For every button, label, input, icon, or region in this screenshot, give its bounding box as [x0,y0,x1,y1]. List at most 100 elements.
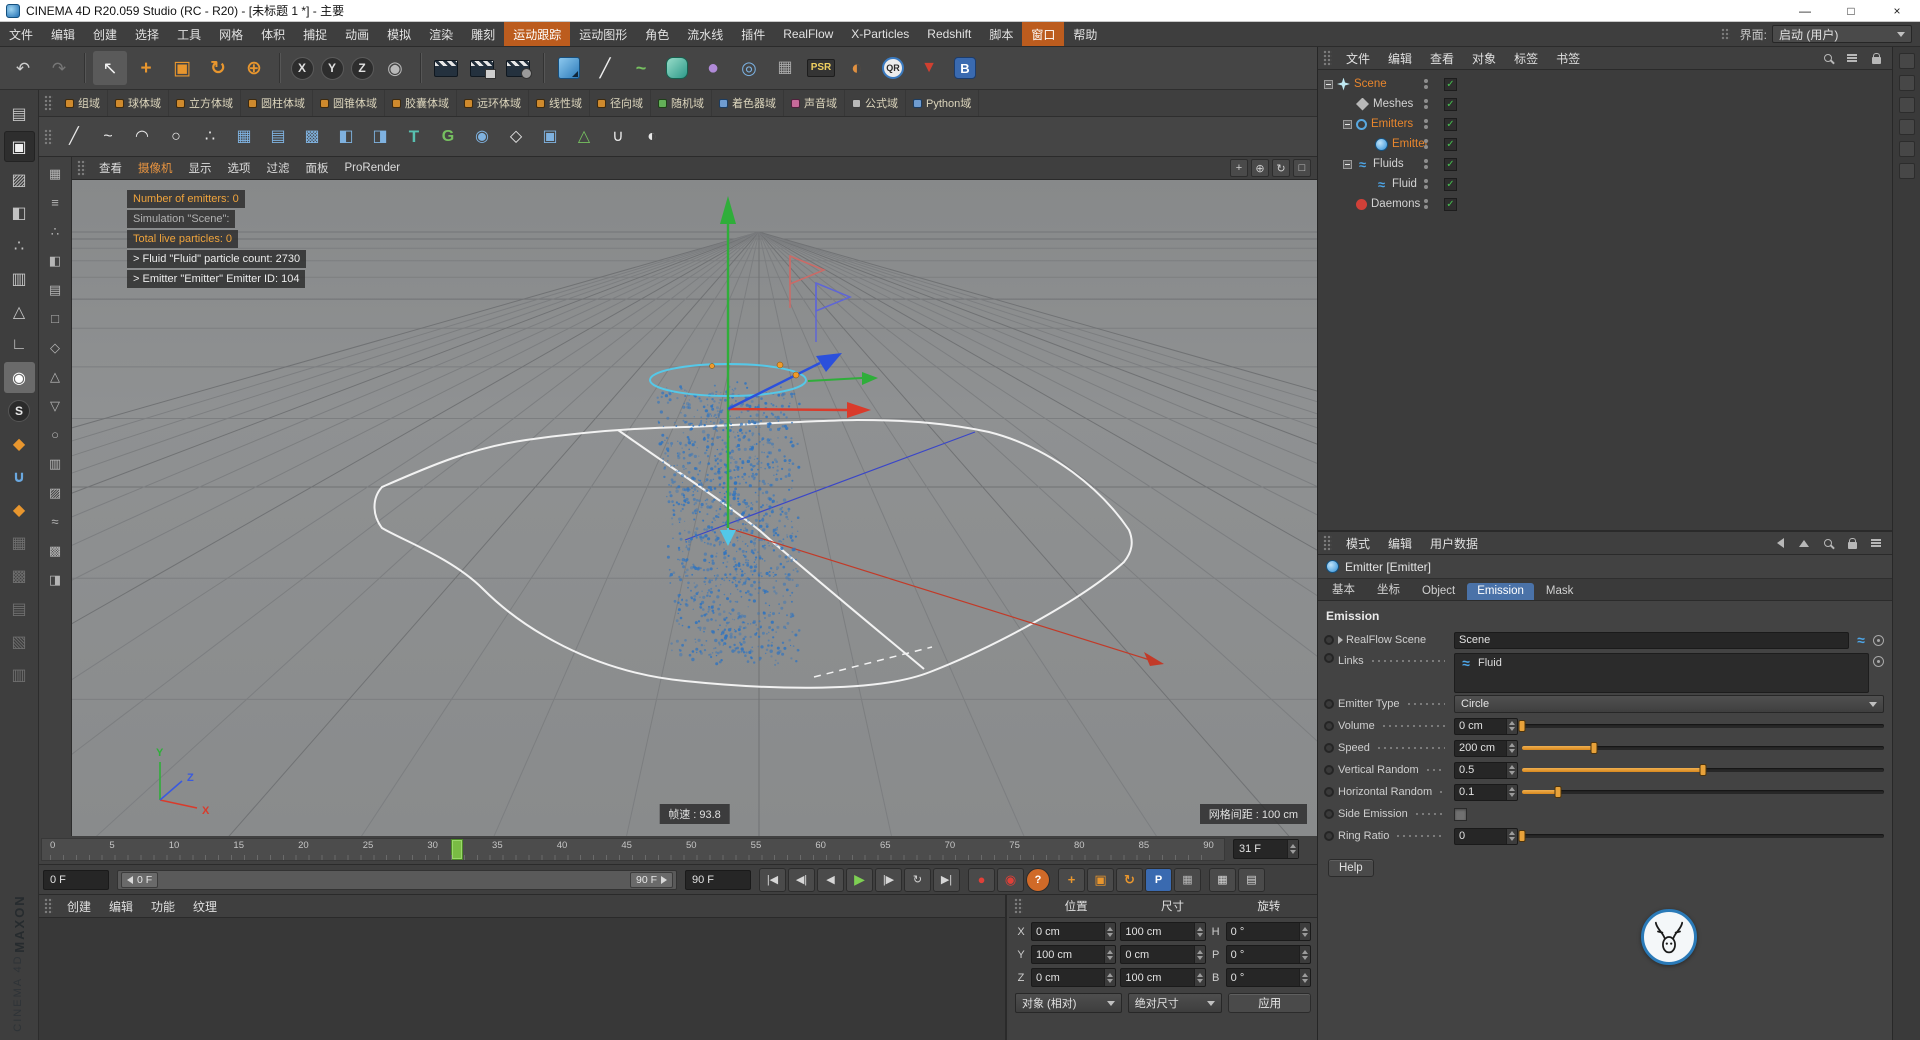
transport-button[interactable]: ◀ [817,867,844,892]
stepper-arrows[interactable] [1298,969,1310,986]
palette-button[interactable]: ▥ [43,451,68,476]
size-field[interactable]: 0 cm [1120,945,1206,964]
stepper-arrows[interactable] [1193,923,1205,940]
object-tree-row[interactable]: Fluids [1318,154,1892,174]
transform-tool-button[interactable]: ↻ [201,51,235,85]
size-field[interactable]: 100 cm [1120,968,1206,987]
material-menu-item[interactable]: 编辑 [100,898,142,915]
transport-button[interactable]: ◀| [788,867,815,892]
create-object-button[interactable]: ◐ [840,51,874,85]
mode-button[interactable]: ∟ [4,329,35,360]
modeling-tool-button[interactable]: ○ [160,121,192,153]
menu-item[interactable]: 编辑 [42,22,84,46]
animation-dot[interactable] [1324,635,1334,645]
transport-button[interactable]: ↻ [904,867,931,892]
keyframe-toggle-button[interactable]: ▦ [1174,867,1201,892]
viewport-menu-item[interactable]: 查看 [91,160,130,176]
palette-button[interactable]: ○ [43,422,68,447]
mode-button[interactable]: ◆ [4,494,35,525]
drag-handle[interactable] [1323,50,1332,66]
animation-dot[interactable] [1324,809,1334,819]
expander-icon[interactable] [1343,159,1352,169]
enabled-check-icon[interactable] [1444,117,1457,131]
modeling-tool-button[interactable]: ◐ [636,121,668,153]
material-menu-item[interactable]: 功能 [142,898,184,915]
preview-range-slider[interactable]: 0 F 90 F [117,869,677,890]
attribute-tab[interactable]: Object [1412,583,1465,600]
render-button[interactable] [501,51,535,85]
object-label[interactable]: Fluids [1373,158,1404,170]
create-object-button[interactable]: ◎ [732,51,766,85]
palette-button[interactable]: □ [43,306,68,331]
field-preset-button[interactable]: 远环体域 [457,90,529,116]
mode-button[interactable]: ▩ [4,560,35,591]
viewport-menu-item[interactable]: 显示 [181,160,220,176]
dock-button[interactable] [1898,141,1915,157]
zoom-view-button[interactable]: ⊕ [1251,159,1269,177]
mode-button[interactable]: ▣ [3,131,35,162]
position-field[interactable]: 0 cm [1031,922,1117,941]
menu-item[interactable]: 雕刻 [462,22,504,46]
pan-view-button[interactable]: + [1230,159,1248,177]
field-preset-button[interactable]: 径向域 [590,90,651,116]
list-icon[interactable] [1868,535,1884,551]
animation-dot[interactable] [1324,743,1334,753]
modeling-tool-button[interactable]: ▣ [534,121,566,153]
toggle-view-button[interactable]: □ [1293,159,1311,177]
expander-icon[interactable] [1324,79,1333,89]
mode-button[interactable]: ▥ [4,263,35,294]
mode-button[interactable]: ▨ [4,164,35,195]
modeling-tool-button[interactable]: ◠ [126,121,158,153]
modeling-tool-button[interactable]: ∪ [602,121,634,153]
material-menu-item[interactable]: 创建 [58,898,100,915]
attribute-tab[interactable]: 坐标 [1367,579,1410,600]
speed-field[interactable]: 200 cm [1454,739,1518,757]
palette-button[interactable]: ◇ [43,335,68,360]
field-preset-button[interactable]: 胶囊体域 [385,90,457,116]
palette-button[interactable]: ≡ [43,190,68,215]
lock-icon[interactable] [1844,535,1860,551]
mode-button[interactable]: ◉ [3,362,35,393]
stepper-arrows[interactable] [1287,840,1298,858]
field-preset-button[interactable]: 随机域 [651,90,712,116]
transport-button[interactable]: ▶| [933,867,960,892]
enabled-check-icon[interactable] [1444,77,1457,91]
create-object-button[interactable]: ● [696,51,730,85]
viewport-canvas[interactable]: Y X Z Number of emitters: 0 Simulation "S… [72,180,1317,836]
stepper-arrows[interactable] [1298,946,1310,963]
mode-button[interactable]: ▧ [4,626,35,657]
transport-button[interactable]: ▶ [846,867,873,892]
menu-item[interactable]: 运动图形 [570,22,636,46]
menu-item[interactable]: 文件 [0,22,42,46]
menu-item[interactable]: 角色 [636,22,678,46]
visibility-dots[interactable] [1424,159,1428,169]
filter-icon[interactable] [1844,50,1860,66]
menu-item[interactable]: 选择 [126,22,168,46]
stepper-arrows[interactable] [1193,946,1205,963]
search-icon[interactable] [1820,50,1836,66]
emitter-type-dropdown[interactable]: Circle [1454,695,1884,713]
coordinate-mode-dropdown[interactable]: 对象 (相对) [1015,993,1122,1013]
visibility-dots[interactable] [1424,119,1428,129]
create-object-button[interactable]: ▦ [768,51,802,85]
position-field[interactable]: 100 cm [1031,945,1117,964]
create-object-button[interactable] [552,51,586,85]
menu-item[interactable]: 捕捉 [294,22,336,46]
mode-button[interactable]: S [4,395,35,426]
size-mode-dropdown[interactable]: 绝对尺寸 [1127,993,1223,1013]
rotation-field[interactable]: 0 ° [1225,968,1311,987]
palette-button[interactable]: ▨ [43,480,68,505]
create-object-button[interactable]: ▼ [912,51,946,85]
side-emission-checkbox[interactable] [1454,807,1467,821]
link-item[interactable]: Fluid [1458,655,1865,671]
object-tree-row[interactable]: Fluid [1318,174,1892,194]
mode-button[interactable]: ▥ [4,659,35,690]
create-object-button[interactable]: ╱ [588,51,622,85]
range-grabber-left[interactable]: 0 F [121,871,159,888]
stepper-arrows[interactable] [1506,828,1517,844]
keyframe-toggle-button[interactable]: ↻ [1116,867,1143,892]
dock-button[interactable] [1898,53,1915,69]
mode-button[interactable]: ◧ [4,197,35,228]
links-listbox[interactable]: Fluid [1454,653,1869,693]
menu-item[interactable]: 动画 [336,22,378,46]
